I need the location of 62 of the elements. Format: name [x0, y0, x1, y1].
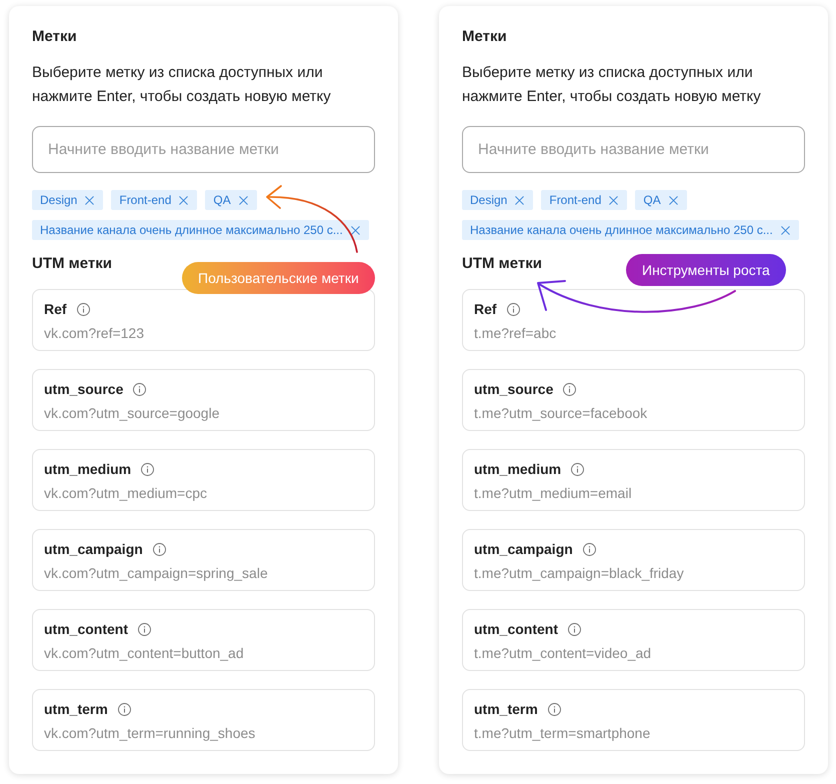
field-label: utm_term — [44, 700, 108, 719]
field-value: vk.com?utm_term=running_shoes — [44, 724, 256, 743]
close-icon[interactable] — [350, 226, 360, 234]
field-value: t.me?utm_source=facebook — [474, 404, 648, 423]
tag-label: Design — [40, 192, 78, 208]
info-icon[interactable] — [133, 382, 146, 396]
info-icon[interactable] — [506, 302, 520, 316]
tag-input[interactable]: Начните вводить название метки — [32, 126, 375, 173]
info-icon[interactable] — [76, 302, 90, 316]
close-icon[interactable] — [609, 196, 618, 204]
section-title: Метки — [32, 27, 77, 47]
field-value: t.me?ref=abc — [474, 324, 556, 343]
info-icon[interactable] — [571, 462, 584, 476]
section-title: UTM метки — [32, 254, 112, 274]
field-label: Ref — [44, 300, 67, 319]
close-icon[interactable] — [668, 196, 678, 204]
info-icon[interactable] — [582, 542, 596, 556]
close-icon[interactable] — [179, 196, 188, 204]
tag-label: Название канала очень длинное максимально 250 с... — [470, 222, 773, 238]
close-icon[interactable] — [780, 226, 790, 234]
field-value: vk.com?utm_medium=cpc — [44, 484, 208, 503]
callout: Инструменты роста — [626, 254, 786, 286]
field-label: Ref — [474, 300, 497, 319]
info-icon[interactable] — [568, 622, 581, 636]
field-label: utm_content — [44, 620, 128, 639]
field-label: utm_campaign — [44, 540, 143, 559]
field-value: t.me?utm_term=smartphone — [474, 724, 650, 743]
section-title: Метки — [462, 27, 507, 47]
tag-label: Название канала очень длинное максимально 250 с... — [40, 222, 343, 238]
field-value: vk.com?utm_content=button_ad — [44, 644, 244, 663]
tag-label: QA — [213, 192, 231, 208]
callout: Пользовательские метки — [182, 262, 375, 294]
field-label: utm_source — [474, 380, 554, 399]
close-icon[interactable] — [515, 196, 524, 204]
description-text: Выберите метку из списка доступных или нажмите Enter, чтобы создать новую метку — [462, 63, 762, 107]
field-label: utm_source — [44, 380, 124, 399]
tag-label: Front-end — [119, 192, 172, 208]
tag-label: Front-end — [549, 192, 602, 208]
field-value: vk.com?utm_campaign=spring_sale — [44, 564, 268, 583]
field-label: utm_medium — [474, 460, 562, 479]
section-title: UTM метки — [462, 254, 542, 274]
field-value: vk.com?utm_source=google — [44, 404, 220, 423]
field-label: utm_content — [474, 620, 558, 639]
field-label: utm_term — [474, 700, 538, 719]
info-icon[interactable] — [141, 462, 154, 476]
info-icon[interactable] — [152, 542, 166, 556]
field-value: vk.com?ref=123 — [44, 324, 144, 343]
close-icon[interactable] — [238, 196, 248, 204]
info-icon[interactable] — [118, 702, 131, 716]
description-text: Выберите метку из списка доступных или нажмите Enter, чтобы создать новую метку — [32, 63, 332, 107]
tag-label: Design — [470, 192, 508, 208]
info-icon[interactable] — [138, 622, 151, 636]
field-label: utm_campaign — [474, 540, 573, 559]
info-icon[interactable] — [548, 702, 561, 716]
field-label: utm_medium — [44, 460, 132, 479]
info-icon[interactable] — [563, 382, 576, 396]
tag-label: QA — [643, 192, 661, 208]
tag-input[interactable]: Начните вводить название метки — [462, 126, 805, 173]
field-value: t.me?utm_medium=email — [474, 484, 632, 503]
close-icon[interactable] — [85, 196, 94, 204]
field-value: t.me?utm_campaign=black_friday — [474, 564, 684, 583]
field-value: t.me?utm_content=video_ad — [474, 644, 652, 663]
